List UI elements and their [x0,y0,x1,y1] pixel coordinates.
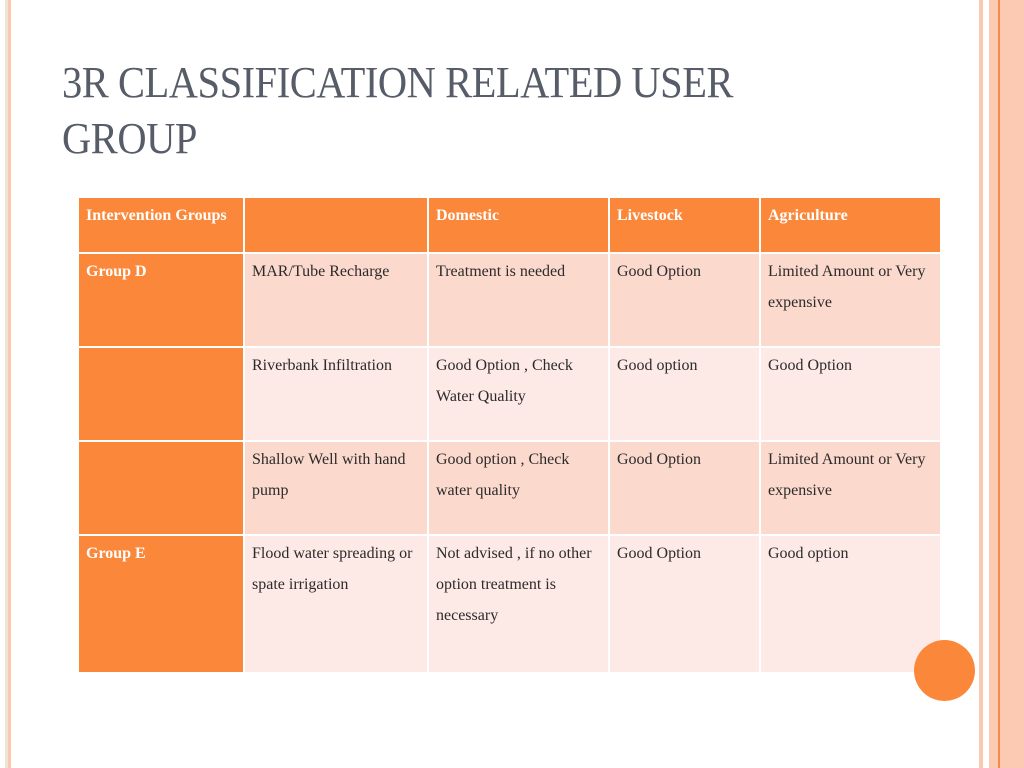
table-row: Riverbank Infiltration Good Option , Che… [77,346,942,442]
header-cell-intervention-groups: Intervention Groups [77,196,245,254]
group-cell: Group D [77,252,245,348]
table-row: Shallow Well with hand pump Good option … [77,440,942,536]
livestock-cell: Good Option [608,534,761,674]
domestic-cell: Good Option , Check Water Quality [427,346,610,442]
agriculture-cell: Limited Amount or Very expensive [759,252,942,348]
table-header-row: Intervention Groups Domestic Livestock A… [77,196,942,254]
right-border-stripe [979,0,983,768]
left-border-stripe [8,0,11,768]
header-cell-agriculture: Agriculture [759,196,942,254]
livestock-cell: Good Option [608,252,761,348]
header-cell-domestic: Domestic [427,196,610,254]
domestic-cell: Good option , Check water quality [427,440,610,536]
header-cell-livestock: Livestock [608,196,761,254]
decorative-orange-circle [914,640,975,701]
group-cell: Group E [77,534,245,674]
domestic-cell: Not advised , if no other option treatme… [427,534,610,674]
classification-table: Intervention Groups Domestic Livestock A… [77,196,942,674]
livestock-cell: Good Option [608,440,761,536]
right-border-band [989,0,1024,768]
table-row: Group E Flood water spreading or spate i… [77,534,942,674]
intervention-cell: Riverbank Infiltration [243,346,429,442]
agriculture-cell: Good Option [759,346,942,442]
livestock-cell: Good option [608,346,761,442]
slide-title: 3R CLASSIFICATION RELATED USER GROUP [62,58,734,163]
table-row: Group D MAR/Tube Recharge Treatment is n… [77,252,942,348]
agriculture-cell: Good option [759,534,942,674]
group-cell [77,346,245,442]
group-cell [77,440,245,536]
header-cell-blank [243,196,429,254]
domestic-cell: Treatment is needed [427,252,610,348]
intervention-cell: Flood water spreading or spate irrigatio… [243,534,429,674]
agriculture-cell: Limited Amount or Very expensive [759,440,942,536]
intervention-cell: Shallow Well with hand pump [243,440,429,536]
intervention-cell: MAR/Tube Recharge [243,252,429,348]
right-border-line [998,0,1000,768]
